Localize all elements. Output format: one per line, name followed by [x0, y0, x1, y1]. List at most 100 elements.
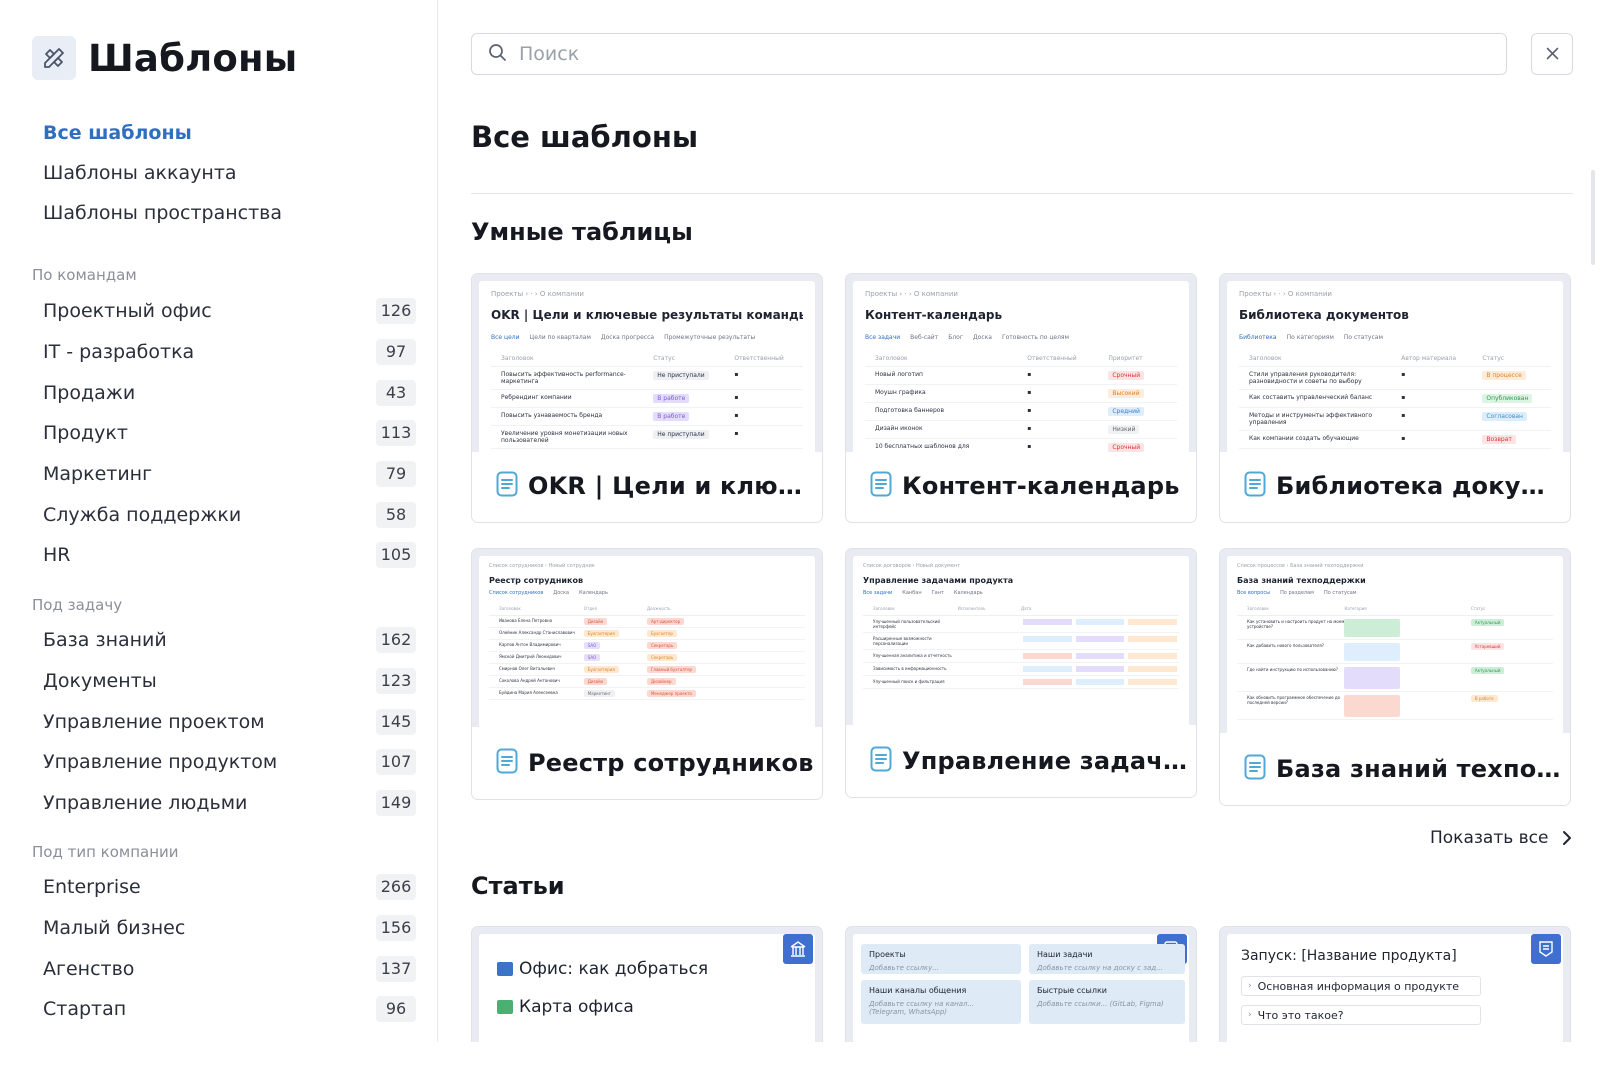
status-tag: Актуальный [1470, 667, 1505, 674]
template-name: База знаний техпод... [1276, 755, 1564, 783]
template-card-title: Контент-календарь [870, 450, 1190, 522]
preview-row: Соколова Андрей Антонович Дизайн Дизайнер [489, 676, 805, 688]
category-item[interactable]: Документы 123 [43, 661, 416, 702]
app-title: Шаблоны [88, 36, 298, 80]
category-item[interactable]: HR 105 [43, 535, 416, 576]
category-item[interactable]: Enterprise 266 [43, 867, 416, 908]
template-name: Контент-календарь [902, 472, 1180, 500]
category-count: 79 [376, 461, 416, 488]
category-count: 266 [376, 874, 416, 901]
page-title: Все шаблоны [471, 120, 699, 154]
show-all-link[interactable]: Показать все [1430, 828, 1572, 848]
preview-cell: Улучшенный поиск и фильтрация [873, 679, 945, 684]
preview-col: Статус [1470, 606, 1486, 611]
preview-tab: По категориям [1286, 334, 1334, 341]
category-item[interactable]: Маркетинг 79 [43, 454, 416, 495]
category-count: 58 [376, 501, 416, 528]
category-item[interactable]: Агенство 137 [43, 948, 416, 989]
preview-cell: Моушн графика [875, 389, 926, 396]
preview-row: Подготовка баннеров ▪ Средний [865, 403, 1177, 421]
template-card[interactable]: Список сотрудников › Новый сотрудник Рее… [471, 548, 823, 800]
category-item[interactable]: Малый бизнес 156 [43, 908, 416, 949]
category-item[interactable]: Проектный офис 126 [43, 291, 416, 332]
avatar: ▪ [734, 430, 739, 437]
main-nav: Все шаблоны Шаблоны аккаунта Шаблоны про… [43, 118, 282, 238]
toggle-block[interactable]: › Что это такое? [1241, 1005, 1481, 1025]
search-box[interactable] [471, 33, 1507, 75]
search-icon [488, 43, 507, 66]
preview-cell: Где найти инструкцию по использованию? [1247, 667, 1339, 672]
avatar: ▪ [1027, 425, 1032, 432]
category-count: 107 [376, 749, 416, 776]
link-block: Проекты Добавьте ссылку... [861, 944, 1021, 974]
scrollbar[interactable] [1591, 170, 1595, 265]
article-card[interactable]: Проекты Добавьте ссылку... Наши задачи Д… [845, 926, 1197, 1042]
document-icon [870, 746, 892, 776]
status-tag: В процессе [1482, 371, 1526, 380]
preview-breadcrumb: Проекты › · › О компании [865, 290, 958, 298]
close-button[interactable] [1531, 33, 1573, 75]
category-item[interactable]: Продажи 43 [43, 372, 416, 413]
role-tag: Менеджер проекта [646, 690, 696, 697]
dept-tag: SAO [583, 642, 601, 649]
document-icon [870, 471, 892, 501]
preview-tabs: Библиотека По категориям По статусам [1239, 334, 1551, 341]
template-card[interactable]: Проекты › · › О компании Библиотека доку… [1219, 273, 1571, 523]
preview-tab: По статусам [1343, 334, 1383, 341]
preview-col: Ответственный [734, 355, 784, 362]
article-card[interactable]: Запуск: [Название продукта] › Основная ин… [1219, 926, 1571, 1042]
preview-breadcrumb: Проекты › · › О компании [1239, 290, 1332, 298]
preview-header: Заголовок Ответственный Приоритет [865, 351, 1177, 367]
preview-row: Как добавить нового пользователя? Устарев… [1237, 640, 1553, 664]
search-input[interactable] [519, 43, 1419, 65]
category-item[interactable]: Управление проектом 145 [43, 701, 416, 742]
category-item[interactable]: Управление продуктом 107 [43, 742, 416, 783]
preview-header: Заголовок Категория Статус [1237, 602, 1553, 616]
preview-title: Реестр сотрудников [489, 576, 584, 585]
nav-item-all-templates[interactable]: Все шаблоны [43, 118, 282, 158]
category-label: IT - разработка [43, 341, 195, 364]
divider [471, 193, 1573, 194]
status-tag: Актуальный [1470, 619, 1505, 626]
preview-title: База знаний техподдержки [1237, 576, 1366, 585]
preview-cell: Как составить управленческий баланс [1249, 394, 1373, 401]
category-item[interactable]: Управление людьми 149 [43, 783, 416, 824]
category-item[interactable]: База знаний 162 [43, 620, 416, 661]
template-card[interactable]: Список процессов › База знаний техподдер… [1219, 548, 1571, 806]
template-card[interactable]: Проекты › · › О компании OKR | Цели и кл… [471, 273, 823, 523]
template-card[interactable]: Проекты › · › О компании Контент-календа… [845, 273, 1197, 523]
preview-breadcrumb: Список процессов › База знаний техподдер… [1237, 563, 1364, 569]
preview-row: Как составить управленческий баланс ▪ Опуб… [1239, 390, 1551, 408]
priority-tag: Срочный [1108, 371, 1145, 380]
preview-tab: Доска [553, 590, 570, 596]
template-name: Библиотека докуме... [1276, 472, 1564, 500]
dept-tag: Маркетинг [583, 690, 615, 697]
nav-item-account-templates[interactable]: Шаблоны аккаунта [43, 158, 282, 198]
toggle-block[interactable]: › Основная информация о продукте [1241, 976, 1481, 996]
article-title: Запуск: [Название продукта] [1241, 948, 1457, 964]
category-item[interactable]: Стартап 96 [43, 989, 416, 1030]
template-card-title: Библиотека докуме... [1244, 450, 1564, 522]
dept-tag: Бухгалтерия [583, 630, 619, 637]
category-item[interactable]: Продукт 113 [43, 413, 416, 454]
article-line: Офис: как добраться [497, 950, 797, 988]
nav-item-space-templates[interactable]: Шаблоны пространства [43, 198, 282, 238]
link-block: Наши каналы общения Добавьте ссылку на к… [861, 980, 1021, 1024]
dept-tag: Бухгалтерия [583, 666, 619, 673]
block-title: Быстрые ссылки [1037, 986, 1107, 995]
preview-tabs: Все цели Цели по кварталам Доска прогрес… [491, 334, 803, 341]
preview-row: Повысить эффективность performance-марке… [491, 367, 803, 390]
group-title-tasks: Под задачу [32, 596, 123, 614]
template-card[interactable]: Список договоров › Новый документ Управл… [845, 548, 1197, 798]
preview-row: Буйдина Мария Алексеевна Маркетинг Менедже… [489, 688, 805, 700]
article-card[interactable]: Офис: как добраться Карта офиса [471, 926, 823, 1042]
category-item[interactable]: IT - разработка 97 [43, 332, 416, 373]
preview-col: Статус [653, 355, 675, 362]
category-item[interactable]: Служба поддержки 58 [43, 494, 416, 535]
preview-cell: Буйдина Мария Алексеевна [499, 690, 558, 695]
block-title: Наши каналы общения [869, 986, 967, 995]
category-label: Enterprise [43, 876, 141, 899]
preview-cell: Увеличение уровня монетизации новых поль… [501, 430, 628, 444]
avatar: ▪ [734, 394, 739, 401]
chevron-right-icon: › [1248, 981, 1252, 991]
